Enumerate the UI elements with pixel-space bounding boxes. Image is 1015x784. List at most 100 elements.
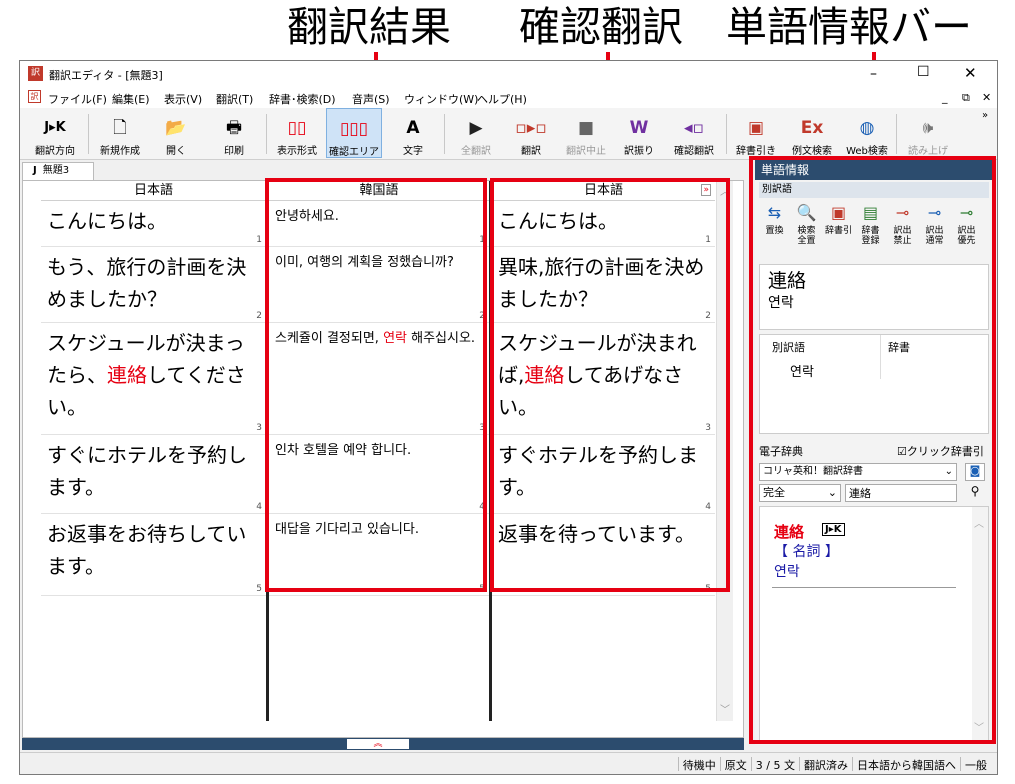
print-button[interactable]: 🖶 印刷 [206,108,262,158]
segment-number: 3 [479,423,485,433]
segment-text[interactable]: こんにちは。 [492,201,715,237]
segment-text[interactable]: 返事を待っています。 [492,514,715,550]
all-translate-button[interactable]: ▶ 全翻訳 [448,108,504,158]
segment-2[interactable]: 이미, 여행의 계획을 정했습니까? 2 [269,247,489,323]
menu-window[interactable]: ウィンドウ(W) [404,91,478,107]
segment-3[interactable]: 스케쥴이 결정되면, 연락 해주십시오. 3 [269,323,489,435]
translate-button[interactable]: ▫▸▫ 翻訳 [506,108,556,158]
direction-button[interactable]: J▸K 翻訳方向 [26,108,84,158]
new-button[interactable]: 🗋 新規作成 [92,108,148,158]
segment-text-part: 해주십시오. [407,331,476,346]
segment-text[interactable]: 異味,旅行の計画を決めましたか？ [492,247,715,315]
segment-4[interactable]: すぐにホテルを予約します。 4 [41,435,266,514]
layout-button[interactable]: ▯▯ 表示形式 [270,108,324,158]
dict-register-icon: ▤ [862,203,879,222]
mdi-restore-icon[interactable]: ⧉ [962,91,970,105]
edict-scroll-down-icon[interactable]: ﹀ [974,719,984,734]
edict-scroll-up-icon[interactable]: ︿ [974,515,984,530]
segment-number: 2 [256,311,262,321]
segment-1[interactable]: 안녕하세요. 1 [269,201,489,247]
play-icon: ▶ [469,118,483,138]
vertical-scrollbar[interactable]: ︿ ﹀ [716,181,733,721]
edict-scrollbar[interactable]: ︿ ﹀ [972,507,988,740]
segment-text[interactable]: 안녕하세요. [269,201,489,228]
alt-translation-table: 別訳語 辞書 연락 [759,334,989,434]
stop-button[interactable]: ■ 翻訳中止 [558,108,614,158]
segment-text[interactable]: すぐにホテルを予約します。 [41,435,266,503]
confirm-translate-button[interactable]: ◂▫ 確認翻訳 [666,108,722,158]
segment-number: 1 [479,235,485,245]
query-input[interactable] [845,484,957,502]
read-aloud-button[interactable]: 🕪 読み上げ [900,108,956,158]
dict-lookup-button[interactable]: ▣ 辞書引き [730,108,782,158]
menu-help[interactable]: ヘルプ(H) [477,91,527,107]
scroll-up-icon[interactable]: ︿ [720,183,730,198]
new-document-icon: 🗋 [113,118,127,138]
entry-pos: 【 名詞 】 [774,544,839,560]
segment-text[interactable]: 스케쥴이 결정되면, 연락 해주십시오. [269,323,489,350]
menu-translate[interactable]: 翻訳(T) [216,91,253,107]
bottom-splitter[interactable]: ︽ [22,738,744,750]
back-translation-header: 日本語 [492,181,715,201]
wordinfo-button-7[interactable]: ⊸ 訳出 優先 [951,200,982,260]
pair-button[interactable]: W 訳振り [616,108,662,158]
maximize-icon[interactable]: ☐ [917,64,930,80]
word-translation: 연락 [768,295,794,311]
document-tab-label: 無題3 [42,165,70,176]
splitter-grip-icon[interactable]: ︽ [347,739,409,749]
binoculars-icon[interactable]: ⚲ [965,484,985,502]
segment-text[interactable]: 인차 호텔을 예약 합니다. [269,435,489,462]
wordinfo-button-3[interactable]: ▣ 辞書引 [823,200,854,260]
segment-3[interactable]: スケジュールが決まれば,連絡してあげなさい。 3 [492,323,715,435]
minimize-icon[interactable]: – [870,66,877,82]
confirm-area-button[interactable]: ▯▯▯ 確認エリア [326,108,382,158]
text-button[interactable]: A 文字 [388,108,438,158]
dict-settings-icon[interactable]: ◙ [965,463,985,481]
mdi-close-icon[interactable]: ✕ [982,91,991,104]
segment-5[interactable]: 대답을 기다리고 있습니다. 5 [269,514,489,596]
segment-text[interactable]: もう、旅行の計画を決めましたか？ [41,247,266,315]
segment-3[interactable]: スケジュールが決まったら、連絡してください。 3 [41,323,266,435]
segment-text[interactable]: お返事をお待ちしています。 [41,514,266,582]
segment-text[interactable]: スケジュールが決まれば,連絡してあげなさい。 [492,323,715,423]
segment-4[interactable]: すぐホテルを予約します。 4 [492,435,715,514]
document-tab[interactable]: J 無題3 [22,162,94,180]
source-header: 日本語 [41,181,266,201]
dict-select[interactable]: コリャ英和！翻訳辞書 ⌄ [759,463,957,481]
wordinfo-button-1[interactable]: ⇆ 置換 [759,200,790,260]
table-cell-alt[interactable]: 연락 [790,361,814,380]
click-lookup-checkbox[interactable]: ☑クリック辞書引 [897,443,984,461]
menu-edit[interactable]: 編集(E) [112,91,150,107]
web-search-button[interactable]: ◍ Web検索 [842,108,892,158]
wordinfo-button-5[interactable]: ⊸ 訳出 禁止 [887,200,918,260]
segment-number: 5 [256,584,262,594]
segment-1[interactable]: こんにちは。 1 [41,201,266,247]
segment-4[interactable]: 인차 호텔을 예약 합니다. 4 [269,435,489,514]
example-search-button[interactable]: Ex 例文検索 [784,108,840,158]
close-icon[interactable]: ✕ [964,64,977,82]
match-select[interactable]: 完全 ⌄ [759,484,841,502]
segment-text[interactable]: こんにちは。 [41,201,266,237]
segment-text[interactable]: 이미, 여행의 계획을 정했습니까? [269,247,489,274]
wordinfo-button-2[interactable]: 🔍 検索 全置 [791,200,822,260]
menu-voice[interactable]: 音声(S) [352,91,390,107]
menu-file[interactable]: ファイル(F) [48,91,107,107]
segment-text[interactable]: すぐホテルを予約します。 [492,435,715,503]
menu-view[interactable]: 表示(V) [164,91,202,107]
open-button[interactable]: 📂 開く [150,108,202,158]
mdi-minimize-icon[interactable]: _ [942,91,948,104]
app-icon: 訳 [28,66,43,81]
scroll-down-icon[interactable]: ﹀ [720,701,730,716]
segment-text[interactable]: スケジュールが決まったら、連絡してください。 [41,323,266,423]
segment-text[interactable]: 대답을 기다리고 있습니다. [269,514,489,541]
wordinfo-button-4[interactable]: ▤ 辞書 登録 [855,200,886,260]
segment-1[interactable]: こんにちは。 1 [492,201,715,247]
segment-5[interactable]: お返事をお待ちしています。 5 [41,514,266,596]
segment-5[interactable]: 返事を待っています。 5 [492,514,715,596]
segment-2[interactable]: 異味,旅行の計画を決めましたか？ 2 [492,247,715,323]
wordinfo-button-6[interactable]: ⊸ 訳出 通常 [919,200,950,260]
menu-dictionary[interactable]: 辞書･検索(D) [269,91,336,107]
toolbar-overflow-icon[interactable]: » [982,110,988,121]
expand-icon[interactable]: » [701,184,711,196]
segment-2[interactable]: もう、旅行の計画を決めましたか？ 2 [41,247,266,323]
